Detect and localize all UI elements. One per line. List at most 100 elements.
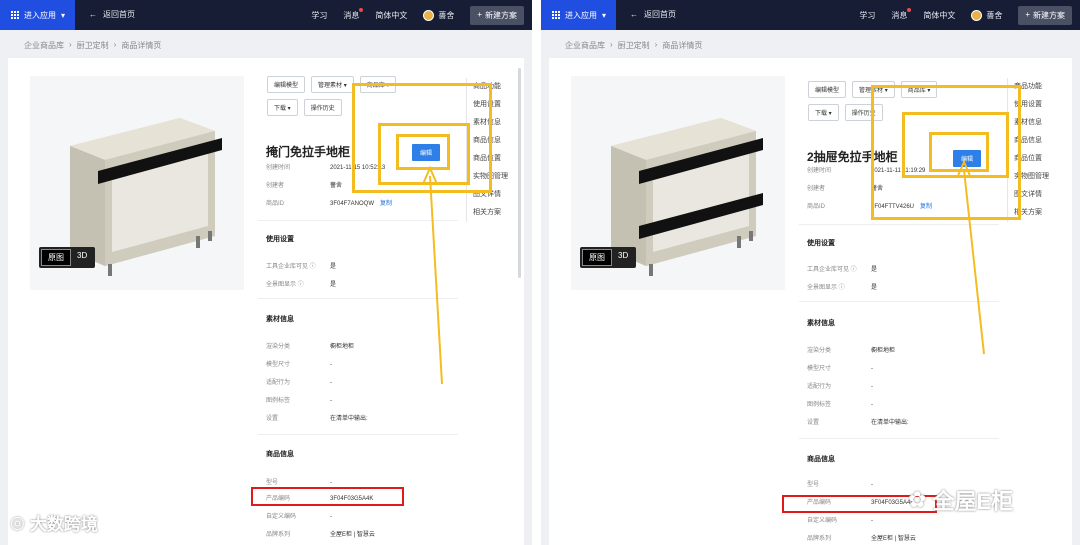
history-button[interactable]: 操作历史 [303,99,342,116]
menu-messages[interactable]: 消息 [343,7,364,21]
original-image-tab[interactable]: 原图 [41,249,71,266]
highlight-box-inner [396,134,450,170]
highlight-box-inner [929,132,989,172]
material-section-title: 素材信息 [807,320,835,327]
product-image: 原图 3D [30,76,244,290]
right-screenshot: 进入应用 ▾ ← 返回首页 学习 消息 简体中文 薔舍 + 新建方案 企业商品库 ›… [541,0,1080,545]
breadcrumb: 企业商品库 › 厨卫定制 › 商品详情页 [565,40,702,51]
brand-row: 品牌系列 全屋E柜 | 智慧云 [807,536,916,542]
breadcrumb-current: 商品详情页 [662,41,703,50]
manage-material-button[interactable]: 管理素材 ▾ [311,76,354,93]
arrow-left-icon: ← [630,10,638,19]
arrow-left-icon: ← [89,10,97,19]
model-size-row: 模型尺寸 - [266,362,332,368]
menu-language[interactable]: 简体中文 [375,10,407,21]
usage-section-title: 使用设置 [266,236,294,243]
legend-row: 图例标签 - [807,402,873,408]
setting-row: 设置 在清单中输出: [266,416,368,422]
model-size-row: 模型尺寸 - [807,366,873,372]
edit-model-button[interactable]: 编辑模型 [808,81,847,98]
divider [258,298,458,299]
enter-app-label: 进入应用 [24,10,56,20]
divider [799,438,999,439]
plus-icon: + [477,9,482,19]
custom-code-row: 自定义编码 - [807,518,873,524]
render-category-row: 渲染分类 橱柜地柜 [266,344,355,350]
divider [799,301,999,302]
menu-learn[interactable]: 学习 [859,10,875,21]
copy-link[interactable]: 复制 [380,195,392,213]
3d-tab[interactable]: 3D [612,249,634,266]
product-info-section-title: 商品信息 [807,456,835,463]
breadcrumb-item[interactable]: 企业商品库 [24,40,64,51]
panorama-row: 全景图显示 ⓘ 是 [807,285,878,291]
breadcrumb-separator: › [610,40,613,49]
legend-row: 图例标签 - [266,398,332,404]
left-screenshot: 进入应用 ▾ ← 返回首页 学习 消息 简体中文 薔舍 + 新建方案 企业商品库 ›… [0,0,532,545]
download-button[interactable]: 下载 ▾ [808,104,839,121]
breadcrumb-current: 商品详情页 [121,41,162,50]
tool-visible-row: 工具企业库可见 ⓘ 是 [266,264,337,270]
new-plan-button[interactable]: + 新建方案 [1018,5,1072,25]
breadcrumb-separator: › [69,40,72,49]
original-image-tab[interactable]: 原图 [582,249,612,266]
setting-row: 设置 在清单中输出: [807,420,909,426]
caret-down-icon: ▾ [602,10,607,20]
watermark-right: ✿ 全屋E柜 [908,487,1014,514]
product-title: 掩门免拉手地柜 [266,145,351,159]
menu-language[interactable]: 简体中文 [923,10,955,21]
download-button[interactable]: 下载 ▾ [267,99,298,116]
top-nav-bar: 进入应用 ▾ ← 返回首页 学习 消息 简体中文 薔舍 + 新建方案 [0,0,532,30]
user-name: 薔舍 [438,10,455,20]
back-home-link[interactable]: ← 返回首页 [89,9,135,20]
material-section-title: 素材信息 [266,316,294,323]
toolbar-row-2: 下载 ▾ 操作历史 [267,99,342,116]
grid-icon [11,11,19,19]
top-menu: 学习 消息 简体中文 薔舍 + 新建方案 [859,0,1072,30]
breadcrumb: 企业商品库 › 厨卫定制 › 商品详情页 [24,40,161,51]
back-home-link[interactable]: ← 返回首页 [630,9,676,20]
product-info-section-title: 商品信息 [266,451,294,458]
enter-app-button[interactable]: 进入应用 ▾ [541,0,616,30]
divider [799,224,999,225]
product-id-row: 商品ID 3F04F7ANOQW 复制 [266,195,392,213]
new-plan-button[interactable]: + 新建方案 [470,5,524,25]
top-nav-bar: 进入应用 ▾ ← 返回首页 学习 消息 简体中文 薔舍 + 新建方案 [541,0,1080,30]
notification-dot [907,7,912,12]
panel-divider [532,0,541,545]
custom-code-row: 自定义编码 - [266,514,332,520]
breadcrumb-item[interactable]: 厨卫定制 [618,40,650,51]
highlight-product-code [251,487,404,506]
enter-app-button[interactable]: 进入应用 ▾ [0,0,75,30]
user-menu[interactable]: 薔舍 [423,9,455,21]
wechat-icon: ✿ [908,487,927,512]
3d-tab[interactable]: 3D [71,249,93,266]
watermark-left: ◎ 大数跨境 [10,512,98,535]
plus-icon: + [1025,9,1030,19]
usage-section-title: 使用设置 [807,240,835,247]
render-category-row: 渲染分类 橱柜地柜 [807,348,896,354]
menu-messages[interactable]: 消息 [891,7,912,21]
scrollbar[interactable] [518,68,521,278]
edit-model-button[interactable]: 编辑模型 [267,76,306,93]
grid-icon [552,11,560,19]
view-toggle: 原图 3D [39,247,96,268]
user-name: 薔舍 [986,10,1003,20]
back-home-label: 返回首页 [644,10,676,19]
breadcrumb-item[interactable]: 企业商品库 [565,40,605,51]
avatar [423,9,435,21]
breadcrumb-item[interactable]: 厨卫定制 [77,40,109,51]
breadcrumb-separator: › [113,40,117,49]
model-no-row: 型号 - [807,482,873,488]
logo-icon: ◎ [10,512,25,532]
divider [258,434,458,435]
creator-row: 创建者 薔舍 [266,183,343,189]
caret-down-icon: ▾ [61,10,66,20]
panorama-row: 全景图显示 ⓘ 是 [266,282,337,288]
view-toggle: 原图 3D [580,247,637,268]
enter-app-label: 进入应用 [565,10,597,20]
back-home-label: 返回首页 [103,10,135,19]
user-menu[interactable]: 薔舍 [971,9,1003,21]
tool-visible-row: 工具企业库可见 ⓘ 是 [807,267,878,273]
menu-learn[interactable]: 学习 [311,10,327,21]
